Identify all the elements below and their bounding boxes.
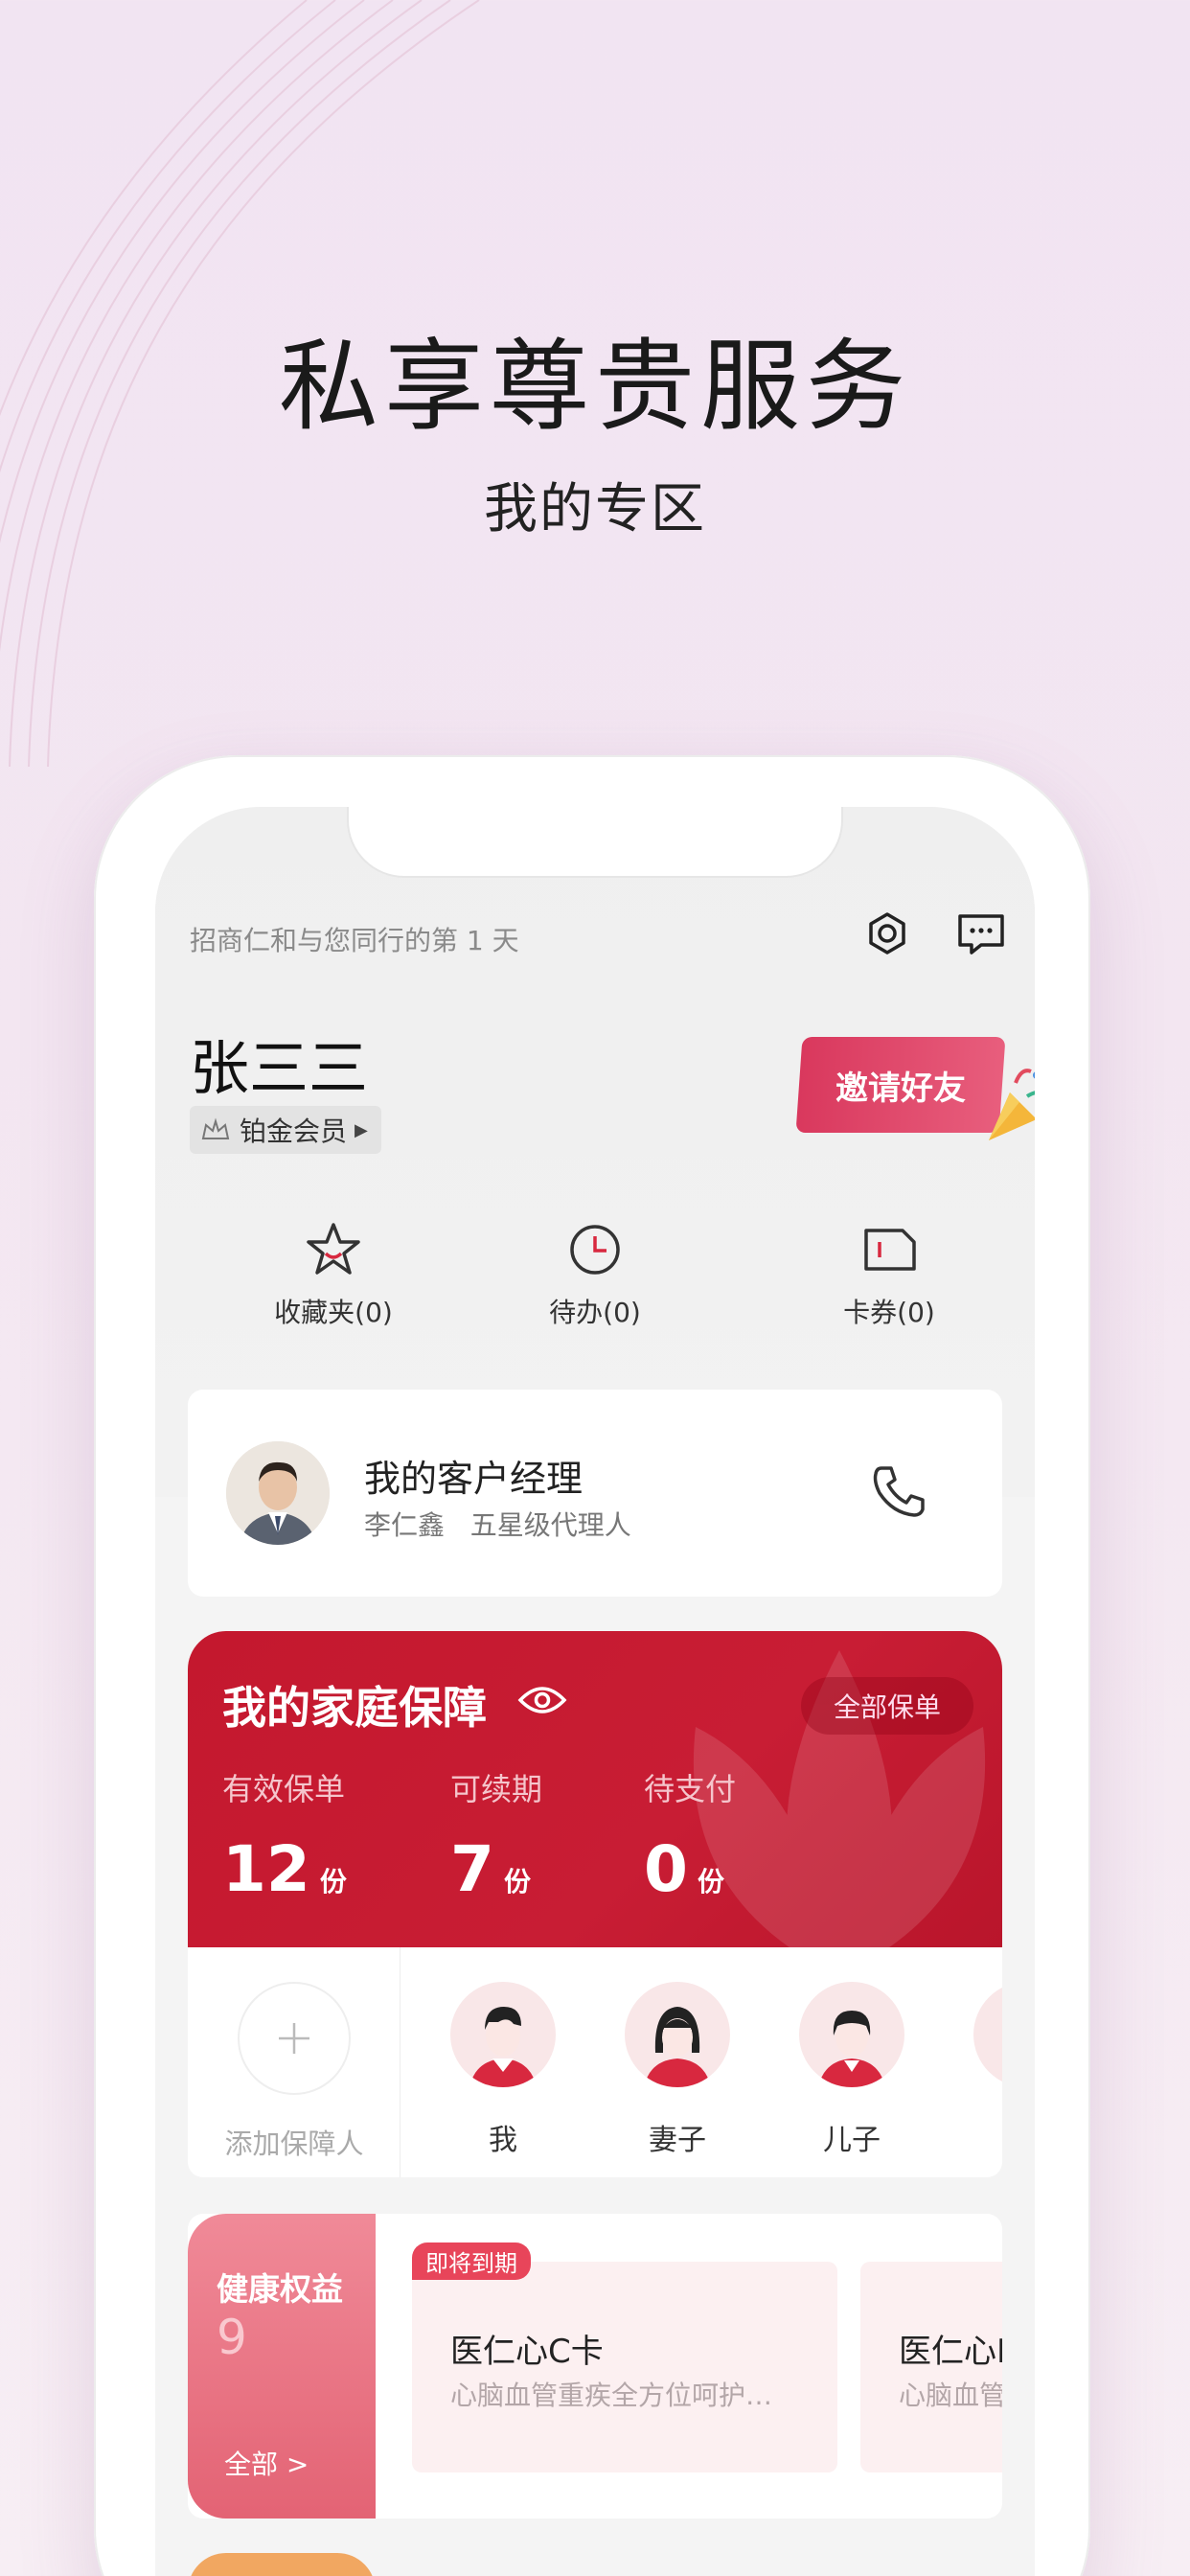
stat-valid-policies[interactable]: 有效保单 12 份 bbox=[222, 1765, 347, 1906]
manager-name: 李仁鑫 bbox=[364, 1509, 446, 1541]
manager-info: 李仁鑫 五星级代理人 bbox=[364, 1505, 631, 1543]
male-avatar-icon bbox=[450, 1982, 556, 2087]
insured-members-row: 添加保障人 我 妻子 儿子 bbox=[188, 1947, 1002, 2177]
manager-avatar bbox=[226, 1441, 330, 1545]
benefit-card[interactable]: 医仁心D 心脑血管 bbox=[860, 2262, 1002, 2472]
benefit-card[interactable]: 医仁心C卡 心脑血管重疾全方位呵护… bbox=[412, 2262, 837, 2472]
member-son[interactable]: 儿子 bbox=[799, 1982, 904, 2158]
party-popper-icon bbox=[989, 1069, 1035, 1140]
hero-title: 私享尊贵服务 bbox=[278, 328, 911, 445]
member-level-label: 铂金会员 bbox=[240, 1116, 348, 1147]
user-name: 张三三 bbox=[190, 1033, 369, 1103]
crown-icon bbox=[201, 1117, 230, 1139]
manager-card-title: 我的客户经理 bbox=[364, 1458, 584, 1500]
days-with-us-text: 招商仁和与您同行的第 1 天 bbox=[190, 925, 519, 956]
app-screen: 招商仁和与您同行的第 1 天 张三三 铂金会员 ▶ 邀请好友 收藏夹(0) 待办… bbox=[155, 807, 1035, 2576]
chevron-right-icon: ▶ bbox=[355, 1119, 368, 1140]
clock-icon bbox=[570, 1225, 620, 1275]
health-benefits-all-link[interactable]: 全部 > bbox=[224, 2444, 309, 2482]
all-policies-button[interactable]: 全部保单 bbox=[801, 1677, 973, 1735]
phone-icon[interactable] bbox=[868, 1460, 929, 1522]
stat-pending-payment[interactable]: 待支付 0份 bbox=[644, 1765, 736, 1906]
star-icon bbox=[307, 1223, 360, 1275]
expiring-soon-badge: 即将到期 bbox=[412, 2242, 531, 2280]
coupon-icon bbox=[864, 1229, 916, 1271]
next-section-card[interactable] bbox=[188, 2553, 376, 2576]
todo-link[interactable]: 待办(0) bbox=[499, 1219, 691, 1330]
settings-icon[interactable] bbox=[858, 905, 916, 962]
female-avatar-icon bbox=[625, 1982, 730, 2087]
plus-icon bbox=[279, 2023, 309, 2054]
health-benefits-count: 9 bbox=[217, 2310, 247, 2365]
member-me[interactable]: 我 bbox=[450, 1982, 556, 2158]
phone-notch bbox=[347, 807, 843, 878]
invite-friends-button[interactable]: 邀请好友 bbox=[795, 1037, 1006, 1133]
message-icon[interactable] bbox=[952, 905, 1010, 962]
coupons-link[interactable]: 卡券(0) bbox=[793, 1219, 985, 1330]
member-partial[interactable] bbox=[973, 1982, 1002, 2087]
boy-avatar-icon bbox=[799, 1982, 904, 2087]
customer-manager-card[interactable]: 我的客户经理 李仁鑫 五星级代理人 bbox=[188, 1390, 1002, 1597]
stat-renewable[interactable]: 可续期 7份 bbox=[450, 1765, 542, 1906]
family-protection-card[interactable]: 我的家庭保障 全部保单 有效保单 12 份 可续期 7份 待支付 0份 bbox=[188, 1631, 1002, 1947]
manager-rank: 五星级代理人 bbox=[469, 1509, 631, 1541]
member-level-badge[interactable]: 铂金会员 ▶ bbox=[190, 1106, 381, 1154]
favorites-link[interactable]: 收藏夹(0) bbox=[238, 1219, 429, 1330]
hero-subtitle: 我的专区 bbox=[484, 478, 706, 540]
member-wife[interactable]: 妻子 bbox=[625, 1982, 730, 2158]
eye-icon[interactable] bbox=[517, 1683, 567, 1717]
health-benefits-summary[interactable]: 健康权益 9 全部 > bbox=[188, 2214, 376, 2518]
add-insured-button[interactable]: 添加保障人 bbox=[188, 1947, 400, 2177]
family-protection-title: 我的家庭保障 bbox=[222, 1682, 487, 1734]
health-benefits-card: 健康权益 9 全部 > 医仁心C卡 心脑血管重疾全方位呵护… 即将到期 医仁心D… bbox=[188, 2214, 1002, 2518]
